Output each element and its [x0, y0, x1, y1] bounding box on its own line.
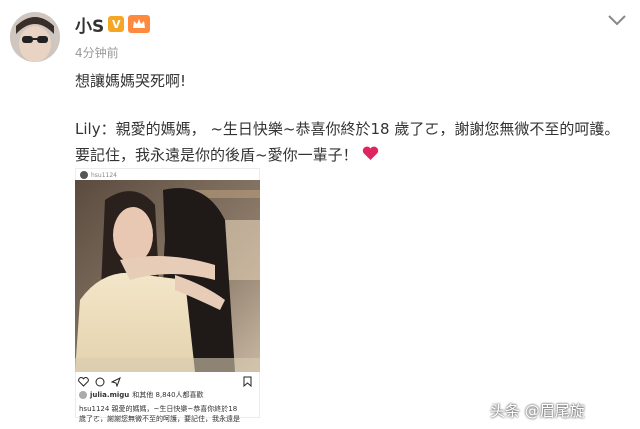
ig-likes-avatar [79, 391, 87, 399]
username[interactable]: 小S [75, 12, 104, 37]
ig-action-bar [78, 374, 258, 388]
avatar[interactable] [10, 12, 60, 62]
ig-likes: julia.migu 和其他 8,840人都喜歡 [79, 390, 204, 400]
post-title: 想讓媽媽哭死啊! [75, 72, 187, 90]
ig-bookmark-icon[interactable] [243, 372, 252, 391]
ig-likes-user: julia.migu [90, 391, 130, 399]
ig-like-icon[interactable] [78, 372, 89, 391]
ig-caption-line1: hsu1124 親愛的媽媽，~生日快樂~恭喜你終於18 [79, 405, 238, 413]
hug-photo [75, 180, 260, 372]
avatar-image [10, 12, 60, 62]
ig-caption-line2: 歲了ㄛ，謝謝您無微不至的呵護，要記住，我永遠是 [79, 415, 240, 423]
embed-header-user: hsu1124 [91, 171, 118, 179]
ig-likes-text: 和其他 8,840人都喜歡 [132, 391, 204, 399]
member-badge-icon [128, 15, 151, 33]
post-body-text: Lily：親愛的媽媽， ~生日快樂~恭喜你終於18 歲了ㄛ，謝謝您無微不至的呵護… [75, 120, 620, 164]
ig-caption: hsu1124 親愛的媽媽，~生日快樂~恭喜你終於18 歲了ㄛ，謝謝您無微不至的… [79, 404, 259, 424]
ig-comment-icon[interactable] [95, 372, 105, 391]
username-row: 小S V [75, 12, 151, 37]
ig-share-icon[interactable] [110, 372, 121, 391]
timestamp: 4分钟前 [75, 46, 119, 60]
heart-emoji-icon [362, 143, 379, 169]
watermark: 头条 @眉尾旋 [490, 402, 585, 420]
post-body: Lily：親愛的媽媽， ~生日快樂~恭喜你終於18 歲了ㄛ，謝謝您無微不至的呵護… [75, 116, 620, 169]
verified-icon: V [108, 16, 125, 32]
embed-avatar [80, 171, 88, 179]
chevron-down-icon[interactable] [606, 12, 628, 28]
